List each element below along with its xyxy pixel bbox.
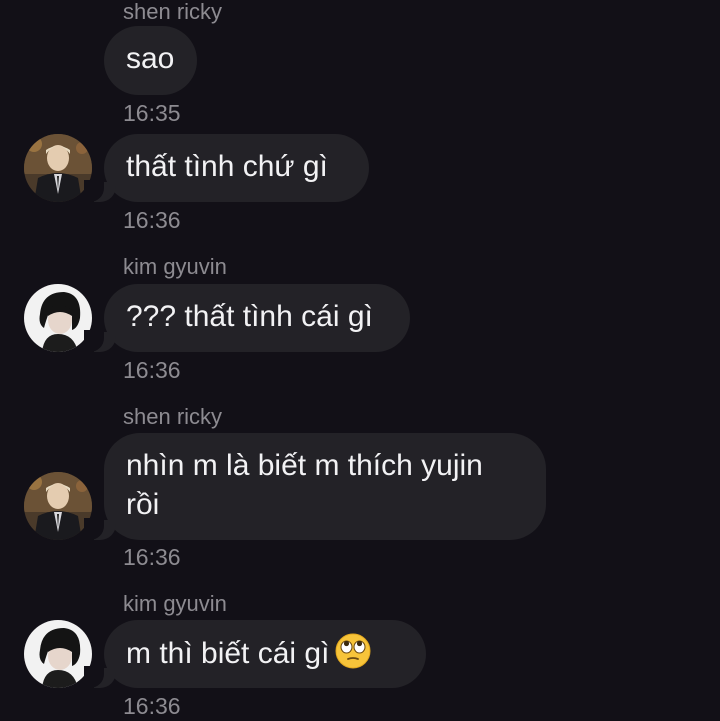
- sender-name: shen ricky: [123, 404, 223, 429]
- message-time: 16:36: [123, 207, 181, 233]
- user-avatar-photo[interactable]: [24, 134, 92, 202]
- message-text: thất tình chứ gì: [126, 150, 328, 183]
- message-bubble[interactable]: ??? thất tình cái gì: [84, 284, 410, 352]
- message-bubble[interactable]: nhìn m là biết m thích yujin rồi: [84, 433, 546, 540]
- person-suit-photo-avatar: [24, 472, 92, 540]
- message-bubble[interactable]: sao: [104, 26, 197, 95]
- sender-name: kim gyuvin: [123, 254, 227, 279]
- message-text: m thì biết cái gì: [126, 637, 330, 670]
- message-text: ??? thất tình cái gì: [126, 300, 373, 333]
- user-avatar-photo[interactable]: [24, 284, 92, 352]
- person-dark-hair-photo-avatar: [24, 284, 92, 352]
- message-text-line: nhìn m là biết m thích yujin: [126, 449, 483, 482]
- message-text: sao: [126, 42, 175, 75]
- sender-name: shen ricky: [123, 0, 223, 24]
- person-suit-photo-avatar: [24, 134, 92, 202]
- message-time: 16:36: [123, 693, 181, 719]
- person-dark-hair-photo-avatar: [24, 620, 92, 688]
- user-avatar-photo[interactable]: [24, 472, 92, 540]
- message-bubble[interactable]: m thì biết cái gì: [84, 620, 426, 688]
- message-time: 16:35: [123, 100, 181, 126]
- message-time: 16:36: [123, 544, 181, 570]
- face-with-rolling-eyes-icon: [335, 633, 371, 669]
- message-text-line: rồi: [126, 488, 160, 521]
- user-avatar-photo[interactable]: [24, 620, 92, 688]
- sender-name: kim gyuvin: [123, 591, 227, 616]
- message-time: 16:36: [123, 357, 181, 383]
- message-bubble[interactable]: thất tình chứ gì: [84, 134, 369, 202]
